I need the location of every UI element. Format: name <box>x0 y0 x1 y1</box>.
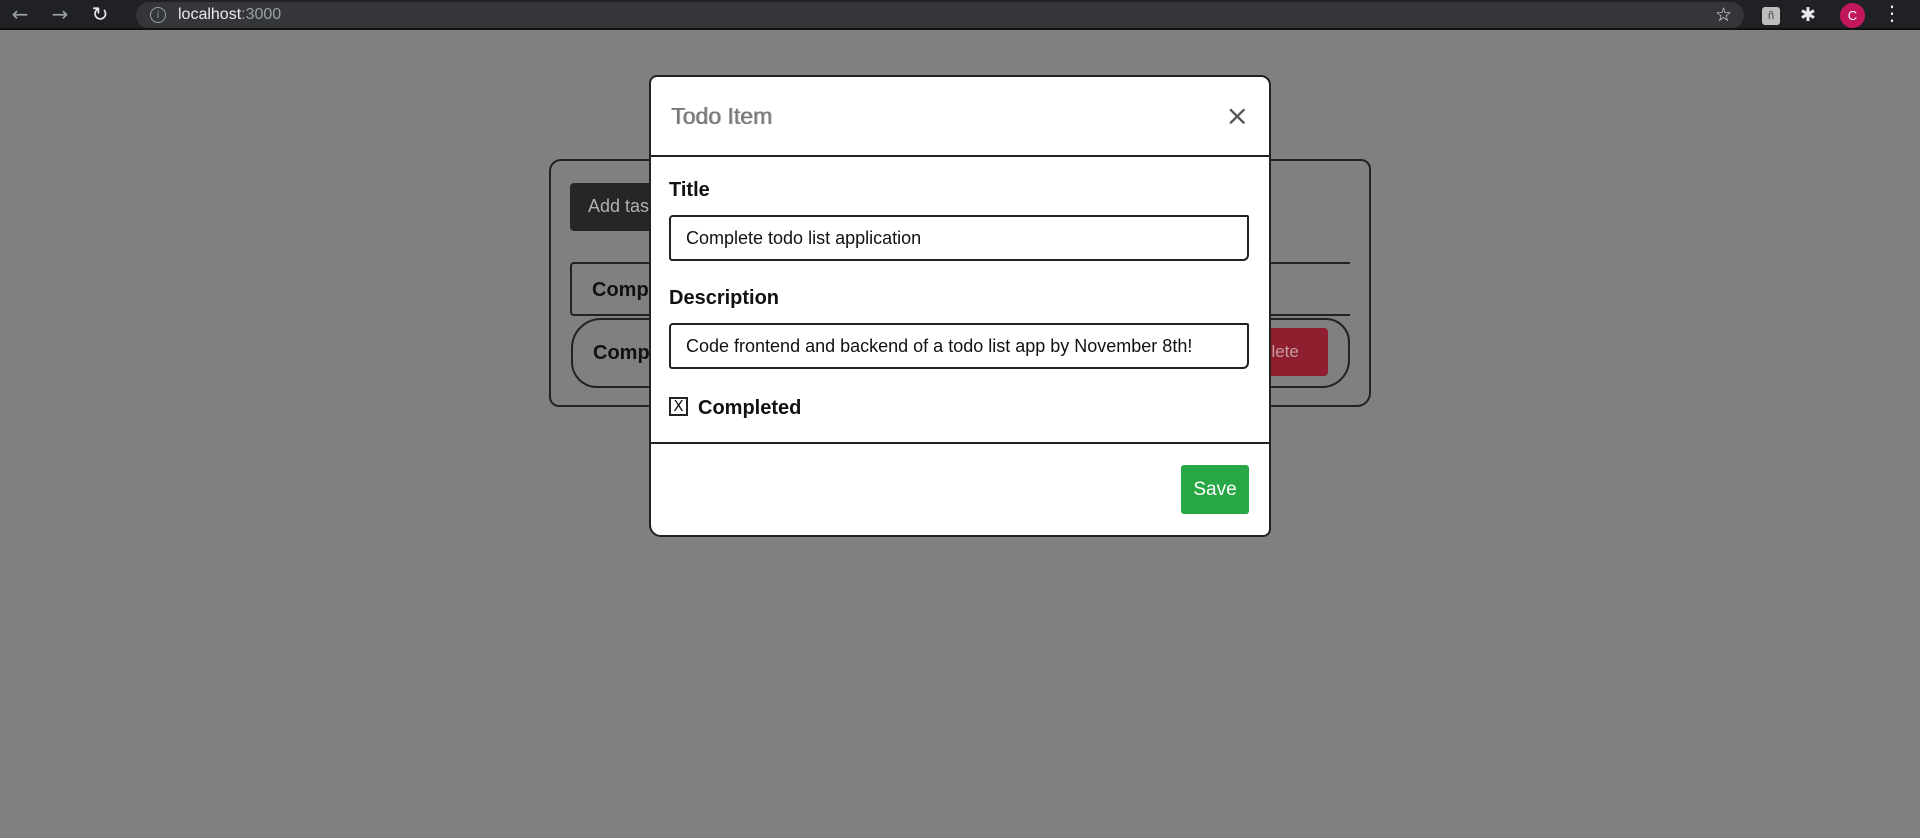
reload-icon: ↻ <box>91 2 109 26</box>
extensions-puzzle-icon[interactable]: ✱ <box>1800 4 1816 26</box>
bookmark-star-icon[interactable]: ☆ <box>1715 4 1732 26</box>
forward-button[interactable]: → <box>40 0 80 29</box>
completed-row: X Completed <box>669 393 801 420</box>
delete-button: elete <box>1262 328 1328 376</box>
description-input[interactable] <box>669 323 1249 369</box>
close-icon[interactable]: × <box>1226 99 1249 132</box>
extension-icon[interactable]: ñ <box>1762 7 1780 25</box>
site-info-icon[interactable]: i <box>150 7 166 23</box>
back-button[interactable]: ← <box>0 0 40 29</box>
description-label: Description <box>669 287 780 309</box>
profile-avatar[interactable]: C <box>1840 3 1865 28</box>
reload-button[interactable]: ↻ <box>80 0 120 29</box>
forward-arrow-icon: → <box>51 2 69 26</box>
completed-checkbox[interactable]: X <box>669 397 688 416</box>
back-arrow-icon: ← <box>11 2 29 26</box>
browser-menu-icon[interactable]: ⋮ <box>1882 1 1902 25</box>
completed-label: Completed <box>698 397 802 419</box>
modal-header: Todo Item × <box>651 77 1269 157</box>
title-label: Title <box>669 179 710 201</box>
address-bar[interactable]: i localhost:3000 ☆ <box>136 2 1744 28</box>
modal-title: Todo Item <box>671 103 772 129</box>
save-button[interactable]: Save <box>1181 465 1249 514</box>
url-text: localhost:3000 <box>178 6 282 23</box>
title-input[interactable] <box>669 215 1249 261</box>
browser-toolbar: ← → ↻ i localhost:3000 ☆ ñ ✱ C ⋮ <box>0 0 1920 30</box>
modal-footer-divider <box>649 442 1271 444</box>
